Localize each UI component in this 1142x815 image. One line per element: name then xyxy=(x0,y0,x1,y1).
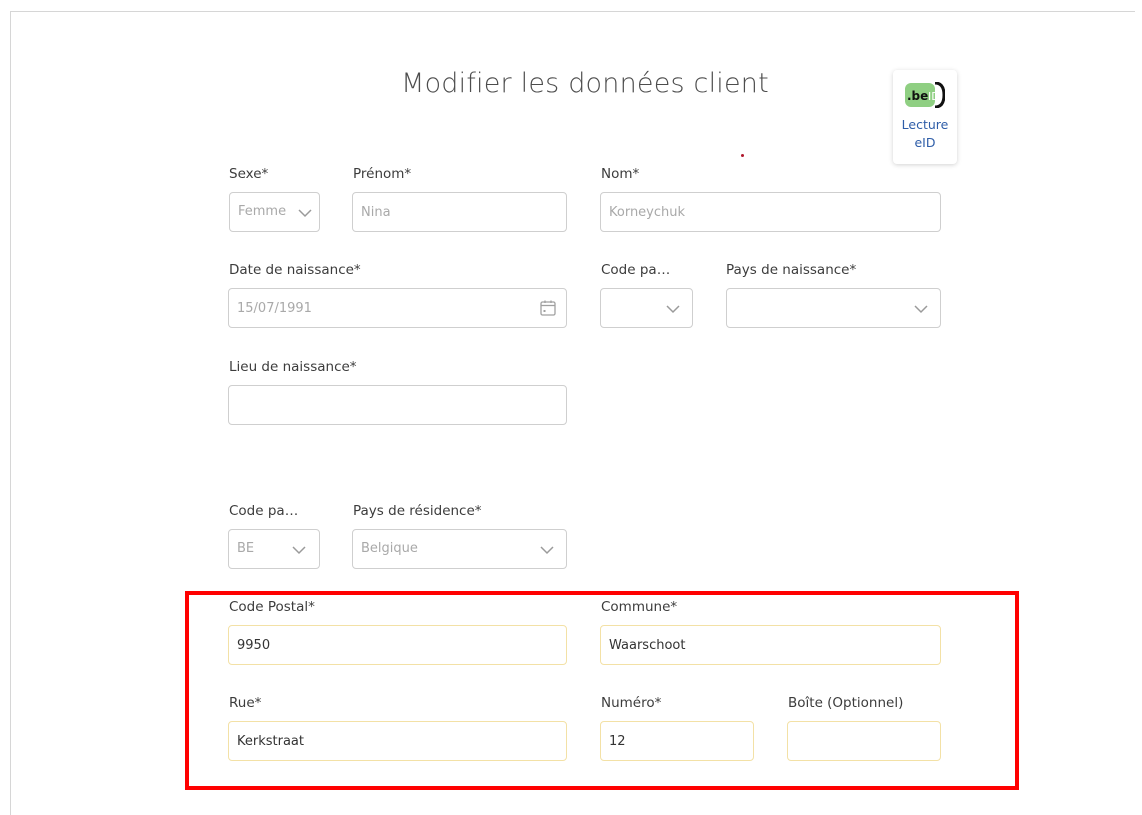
boite-field xyxy=(787,721,941,761)
code-pays-residence-select[interactable]: BE xyxy=(228,529,320,569)
chevron-down-icon xyxy=(914,305,928,314)
sexe-label: Sexe* xyxy=(229,166,269,182)
nom-field xyxy=(600,192,941,232)
prenom-field xyxy=(352,192,567,232)
decorative-dot xyxy=(741,154,744,157)
chevron-down-icon xyxy=(666,305,680,314)
pays-residence-label: Pays de résidence* xyxy=(353,503,482,519)
code-pays-naissance-select[interactable] xyxy=(600,288,693,328)
pays-naissance-select[interactable] xyxy=(726,288,941,328)
pays-residence-value: Belgique xyxy=(361,541,418,556)
code-pays-naissance-label: Code pa… xyxy=(601,262,671,278)
rue-field xyxy=(228,721,567,761)
chevron-down-icon xyxy=(540,546,554,555)
numero-input[interactable] xyxy=(601,722,753,760)
beid-logo-text: .be xyxy=(907,89,928,103)
beid-logo-icon: .be ID xyxy=(905,82,945,108)
code-postal-field xyxy=(228,625,567,665)
date-naissance-input[interactable] xyxy=(229,289,566,327)
prenom-input[interactable] xyxy=(353,193,566,231)
boite-input[interactable] xyxy=(788,722,940,760)
boite-label: Boîte (Optionnel) xyxy=(788,695,904,711)
frame-top-border xyxy=(10,11,1135,12)
date-naissance-label: Date de naissance* xyxy=(229,262,361,278)
beid-logo-id: ID xyxy=(928,90,940,103)
lieu-naissance-label: Lieu de naissance* xyxy=(229,359,357,375)
page-title: Modifier les données client xyxy=(401,68,769,99)
code-pays-residence-value: BE xyxy=(237,541,255,556)
code-postal-label: Code Postal* xyxy=(229,599,315,615)
rue-label: Rue* xyxy=(229,695,262,711)
numero-field xyxy=(600,721,754,761)
pays-residence-select[interactable]: Belgique xyxy=(352,529,567,569)
nom-label: Nom* xyxy=(601,166,640,182)
sexe-select[interactable]: Femme xyxy=(229,192,320,232)
nom-input[interactable] xyxy=(601,193,940,231)
code-pays-residence-label: Code pa… xyxy=(229,503,299,519)
commune-field xyxy=(600,625,941,665)
commune-input[interactable] xyxy=(601,626,940,664)
sexe-value: Femme xyxy=(238,204,287,219)
read-eid-label-line1: Lecture xyxy=(901,117,949,132)
lieu-naissance-input[interactable] xyxy=(229,386,566,424)
lieu-naissance-field xyxy=(228,385,567,425)
rue-input[interactable] xyxy=(229,722,566,760)
pays-naissance-label: Pays de naissance* xyxy=(726,262,857,278)
code-postal-input[interactable] xyxy=(229,626,566,664)
read-eid-button[interactable]: .be ID Lecture eID xyxy=(893,70,957,164)
prenom-label: Prénom* xyxy=(353,166,412,182)
frame-left-border xyxy=(10,11,11,815)
chevron-down-icon xyxy=(292,546,306,555)
read-eid-label-line2: eID xyxy=(914,135,936,150)
numero-label: Numéro* xyxy=(601,695,662,711)
date-naissance-field xyxy=(228,288,567,328)
commune-label: Commune* xyxy=(601,599,678,615)
chevron-down-icon xyxy=(298,209,312,218)
calendar-icon[interactable] xyxy=(539,299,557,317)
